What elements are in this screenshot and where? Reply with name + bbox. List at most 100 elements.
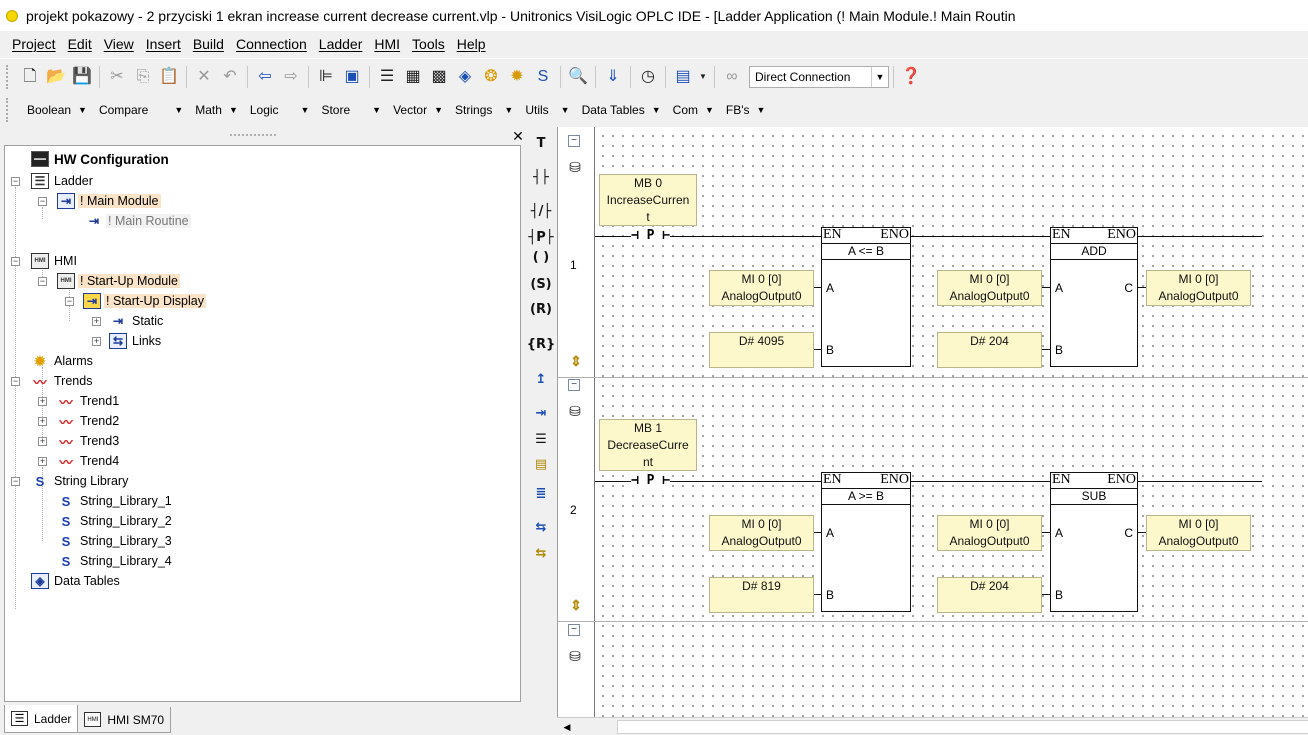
positive-transition-contact[interactable]: ⊣ P ⊢ xyxy=(631,229,671,243)
collapse-icon[interactable]: − xyxy=(11,477,20,486)
coil-icon[interactable]: ( ) xyxy=(528,245,554,269)
open-folder-icon[interactable]: 📂 xyxy=(45,66,67,88)
com-menu[interactable]: Com ▼ xyxy=(673,103,714,117)
help-icon[interactable]: ❓ xyxy=(900,66,922,88)
scrollbar-thumb[interactable] xyxy=(617,720,1308,734)
fbs-menu[interactable]: FB's ▼ xyxy=(726,103,766,117)
contact-no-icon[interactable]: ┤├ xyxy=(528,165,554,189)
tree-item-trend2[interactable]: 〰 Trend2 xyxy=(57,412,121,430)
forward-arrow-icon[interactable]: ⇨ xyxy=(280,66,302,88)
tree-item-main-routine[interactable]: ⇥ ! Main Routine xyxy=(85,212,191,230)
tab-ladder[interactable]: ☰ Ladder xyxy=(4,705,79,733)
operand-b[interactable]: D# 819 xyxy=(709,577,814,613)
hardware-icon[interactable]: ▩ xyxy=(428,66,450,88)
link-icon[interactable]: ⇆ xyxy=(528,515,554,539)
menu-help[interactable]: Help xyxy=(451,36,492,52)
find-icon[interactable]: 🔍 xyxy=(567,66,589,88)
expand-icon[interactable]: + xyxy=(92,317,101,326)
contact-operand[interactable]: MB 1 DecreaseCurre nt xyxy=(599,419,697,471)
toolbar-grip[interactable] xyxy=(6,98,11,122)
coil-set-icon[interactable]: (S) xyxy=(528,272,554,296)
compare-ge-block[interactable]: EN ENO A >= B A B xyxy=(821,472,911,612)
cut-icon[interactable]: ✂ xyxy=(106,66,128,88)
display-icon[interactable]: ▣ xyxy=(341,66,363,88)
move-rung-icon[interactable]: ⇕ xyxy=(568,353,584,371)
expand-icon[interactable]: + xyxy=(38,397,47,406)
copy-icon[interactable]: ⎘ xyxy=(132,66,154,88)
paste-icon[interactable]: 📋 xyxy=(158,66,180,88)
data-tables-menu[interactable]: Data Tables ▼ xyxy=(582,103,661,117)
expand-icon[interactable]: + xyxy=(38,437,47,446)
operands-icon[interactable]: ◈ xyxy=(454,66,476,88)
communication-icon[interactable]: ▤ xyxy=(672,66,694,88)
delete-icon[interactable]: ✕ xyxy=(193,66,215,88)
tree-item-links[interactable]: ⇆ Links xyxy=(109,332,163,350)
collapse-icon[interactable]: − xyxy=(11,377,20,386)
string-icon[interactable]: S xyxy=(532,66,554,88)
expand-icon[interactable]: + xyxy=(38,457,47,466)
store-menu[interactable]: Store ▼ xyxy=(321,103,381,117)
collapse-icon[interactable]: − xyxy=(65,297,74,306)
menu-ladder[interactable]: Ladder xyxy=(313,36,369,52)
branch-icon[interactable]: ↥ xyxy=(528,367,554,391)
collapse-icon[interactable]: − xyxy=(11,177,20,186)
tree-item-string-library-4[interactable]: S String_Library_4 xyxy=(57,552,174,570)
tree-item-static[interactable]: ⇥ Static xyxy=(109,312,165,330)
expand-icon[interactable]: + xyxy=(92,337,101,346)
toolbar-grip[interactable] xyxy=(6,64,11,89)
collapse-rung-icon[interactable]: − xyxy=(568,379,580,391)
operand-c[interactable]: MI 0 [0] AnalogOutput0 xyxy=(1146,515,1251,551)
add-block[interactable]: EN ENO ADD A B C xyxy=(1050,227,1138,367)
collapse-icon[interactable]: − xyxy=(11,257,20,266)
tree-item-string-library-1[interactable]: S String_Library_1 xyxy=(57,492,174,510)
tree-item-main-module[interactable]: ⇥ ! Main Module xyxy=(57,192,161,210)
display-link-icon[interactable]: ⇆ xyxy=(528,541,554,565)
math-menu[interactable]: Math ▼ xyxy=(195,103,238,117)
collapse-icon[interactable]: − xyxy=(38,277,47,286)
tree-item-ladder[interactable]: ☰ Ladder xyxy=(31,172,95,190)
utils-menu[interactable]: Utils ▼ xyxy=(525,103,569,117)
menu-edit[interactable]: Edit xyxy=(62,36,98,52)
collapse-icon[interactable]: − xyxy=(38,197,47,206)
glasses-icon[interactable]: ∞ xyxy=(721,66,743,88)
hmi-icon[interactable]: ▦ xyxy=(402,66,424,88)
tree-item-hmi[interactable]: HMI HMI xyxy=(31,252,79,270)
label-icon[interactable]: ≣ xyxy=(528,481,554,505)
expand-icon[interactable]: + xyxy=(38,417,47,426)
connection-select[interactable]: Direct Connection ▼ xyxy=(749,65,889,88)
menu-insert[interactable]: Insert xyxy=(140,36,187,52)
rung-comment-icon[interactable]: ⛁ xyxy=(566,403,584,419)
tree-item-alarms[interactable]: ✹ Alarms xyxy=(31,352,95,370)
jump-icon[interactable]: ⇥ xyxy=(528,401,554,425)
tree-item-trend4[interactable]: 〰 Trend4 xyxy=(57,452,121,470)
operand-a[interactable]: MI 0 [0] AnalogOutput0 xyxy=(937,515,1042,551)
tree-item-data-tables[interactable]: ◈ Data Tables xyxy=(31,572,122,590)
operand-b[interactable]: D# 204 xyxy=(937,332,1042,368)
operand-a[interactable]: MI 0 [0] AnalogOutput0 xyxy=(937,270,1042,306)
chevron-down-icon[interactable]: ▼ xyxy=(871,66,888,87)
menu-project[interactable]: Project xyxy=(6,36,62,52)
logic-menu[interactable]: Logic ▼ xyxy=(250,103,310,117)
contact-operand[interactable]: MB 0 IncreaseCurren t xyxy=(599,174,697,226)
compare-menu[interactable]: Compare ▼ xyxy=(99,103,183,117)
boolean-menu[interactable]: Boolean ▼ xyxy=(27,103,87,117)
vector-menu[interactable]: Vector ▼ xyxy=(393,103,443,117)
collapse-rung-icon[interactable]: − xyxy=(568,624,580,636)
rung-insert-icon[interactable]: ☰ xyxy=(528,427,554,451)
rung-comment-icon[interactable]: ⛁ xyxy=(566,648,584,664)
compare-le-block[interactable]: EN ENO A <= B A B xyxy=(821,227,911,367)
close-icon[interactable]: ✕ xyxy=(510,128,526,145)
back-arrow-icon[interactable]: ⇦ xyxy=(254,66,276,88)
coil-r-icon[interactable]: {R} xyxy=(527,332,556,356)
comment-icon[interactable]: ▤ xyxy=(528,452,554,476)
save-icon[interactable]: 💾 xyxy=(71,66,93,88)
tree-item-string-library-2[interactable]: S String_Library_2 xyxy=(57,512,174,530)
operand-a[interactable]: MI 0 [0] AnalogOutput0 xyxy=(709,515,814,551)
menu-tools[interactable]: Tools xyxy=(406,36,451,52)
tab-hmi[interactable]: HMI HMI SM70 xyxy=(77,707,172,733)
tree-item-string-library[interactable]: S String Library xyxy=(31,472,130,490)
pane-grip[interactable] xyxy=(230,134,276,136)
tree-item-hw-config[interactable]: ▬▬ HW Configuration xyxy=(31,150,171,168)
operand-b[interactable]: D# 4095 xyxy=(709,332,814,368)
horizontal-scrollbar[interactable]: ◀ xyxy=(557,717,1308,735)
